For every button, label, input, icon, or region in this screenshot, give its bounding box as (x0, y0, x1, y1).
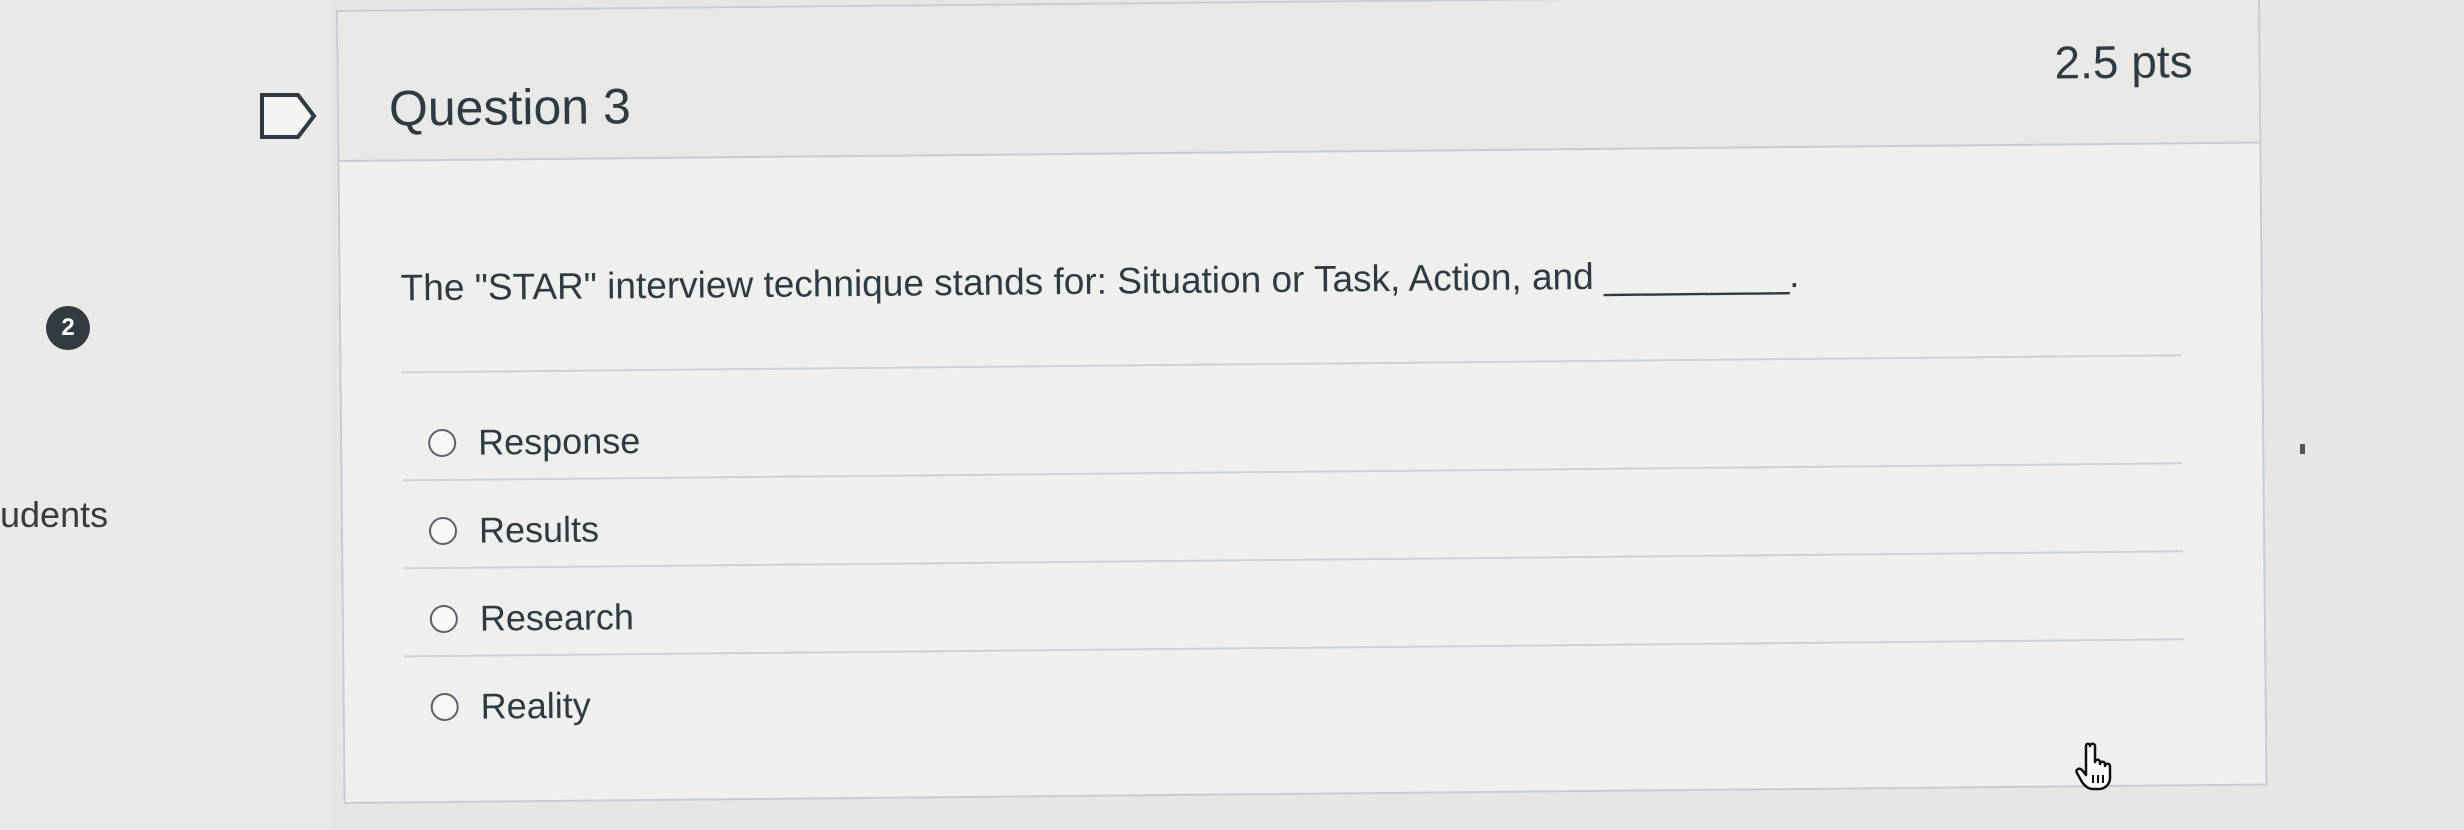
question-title: Question 3 (388, 78, 632, 137)
answer-option-response[interactable]: Response (428, 417, 641, 467)
screen-speck (2300, 444, 2305, 454)
answer-option-results[interactable]: Results (428, 506, 600, 556)
question-header: Question 3 2.5 pts (338, 0, 2260, 162)
hand-pointer-icon (2074, 742, 2118, 792)
question-text: The "STAR" interview technique stands fo… (400, 253, 1800, 309)
radio-button[interactable] (430, 692, 459, 722)
nav-link-students[interactable]: udents (0, 494, 108, 536)
question-points: 2.5 pts (2054, 35, 2193, 89)
answer-divider (402, 462, 2183, 482)
answer-option-research[interactable]: Research (429, 593, 635, 643)
answer-label: Reality (480, 684, 591, 727)
question-divider (401, 354, 2182, 374)
answer-label: Response (477, 420, 641, 463)
answer-divider (403, 550, 2184, 570)
answer-option-reality[interactable]: Reality (430, 682, 591, 732)
radio-button[interactable] (428, 428, 457, 458)
answer-divider (404, 638, 2185, 658)
notification-badge: 2 (46, 306, 90, 350)
question-card: Question 3 2.5 pts The "STAR" interview … (336, 0, 2268, 804)
answer-label: Research (479, 596, 635, 639)
answer-label: Results (478, 508, 600, 551)
flag-question-icon[interactable] (258, 92, 320, 140)
radio-button[interactable] (428, 516, 458, 546)
radio-button[interactable] (429, 604, 458, 634)
